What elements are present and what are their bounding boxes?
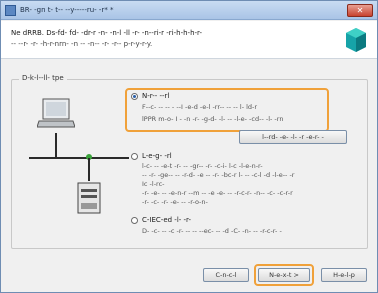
header-line-1: Ne dRRB. Ds-fd- fd- -dr-r -n- -n-l -ll -… xyxy=(11,29,203,37)
radio-option-3[interactable] xyxy=(131,217,138,224)
option-1-line-1: F--c- -- -- - --I -e-d -e-l -rr-- -- -- … xyxy=(142,103,258,111)
option-3-title: C-IEC-ed -l- -r- xyxy=(142,216,191,224)
cancel-button[interactable]: C-n-c-l xyxy=(203,268,249,282)
group-label: D-k-l--ll- tpe xyxy=(19,74,67,82)
option-2-line-3: Ic -l-rc- xyxy=(142,180,165,188)
close-button[interactable]: ✕ xyxy=(347,4,373,17)
option-2-line-2: -- -r- -ge-- -- -r-d- -e -- -r- -bc-r l-… xyxy=(142,171,295,179)
app-icon xyxy=(5,4,16,16)
window-title: BR- -gn t- t-- --y-----ru- -r* * xyxy=(20,6,114,14)
network-cable xyxy=(55,133,57,157)
help-button[interactable]: H-e-l-p xyxy=(321,268,367,282)
option-2-line-1: l-c- -- -e-t -r- -- -gr-- -r- -c-i- l-c … xyxy=(142,162,263,170)
printer-cable xyxy=(88,158,90,181)
computer-icon xyxy=(37,98,75,128)
header-panel: Ne dRRB. Ds-fd- fd- -dr-r -n- -n-l -ll -… xyxy=(1,21,377,59)
header-line-2: -- --r- -r- -h-r-nrn- -n -- -n-- -r- -r-… xyxy=(11,40,153,48)
option-2-line-5: -r- -c- -r- -e- -- -r-o-n- xyxy=(142,198,208,206)
option-2-title: L-e-g- -rl xyxy=(142,152,172,160)
title-bar: BR- -gn t- t-- --y-----ru- -r* * ✕ xyxy=(1,1,377,20)
next-button[interactable]: N-e-x-t > xyxy=(258,268,310,282)
radio-option-2[interactable] xyxy=(131,153,138,160)
option-2-line-4: -r- -e- -- -e-n-r --m -- -e -e- -- -r-c-… xyxy=(142,189,293,197)
option-1-title: N-r-- --rl xyxy=(142,92,170,100)
installer-window: BR- -gn t- t-- --y-----ru- -r* * ✕ Ne dR… xyxy=(0,0,378,293)
option-1-line-2: lPPR m-o- I - -n -r- -g-d- -l- -- -l-e- … xyxy=(142,115,284,123)
option-3-line-1: D- -c- -- -c -r- -- -- --ec- -- -d -C- -… xyxy=(142,227,282,235)
network-line xyxy=(29,157,129,159)
radio-option-1[interactable] xyxy=(131,93,138,100)
product-logo-icon xyxy=(346,28,366,52)
printer-icon xyxy=(77,182,101,214)
options-button[interactable]: l--rd- -e- -l- -r -e-r- - xyxy=(239,130,347,144)
